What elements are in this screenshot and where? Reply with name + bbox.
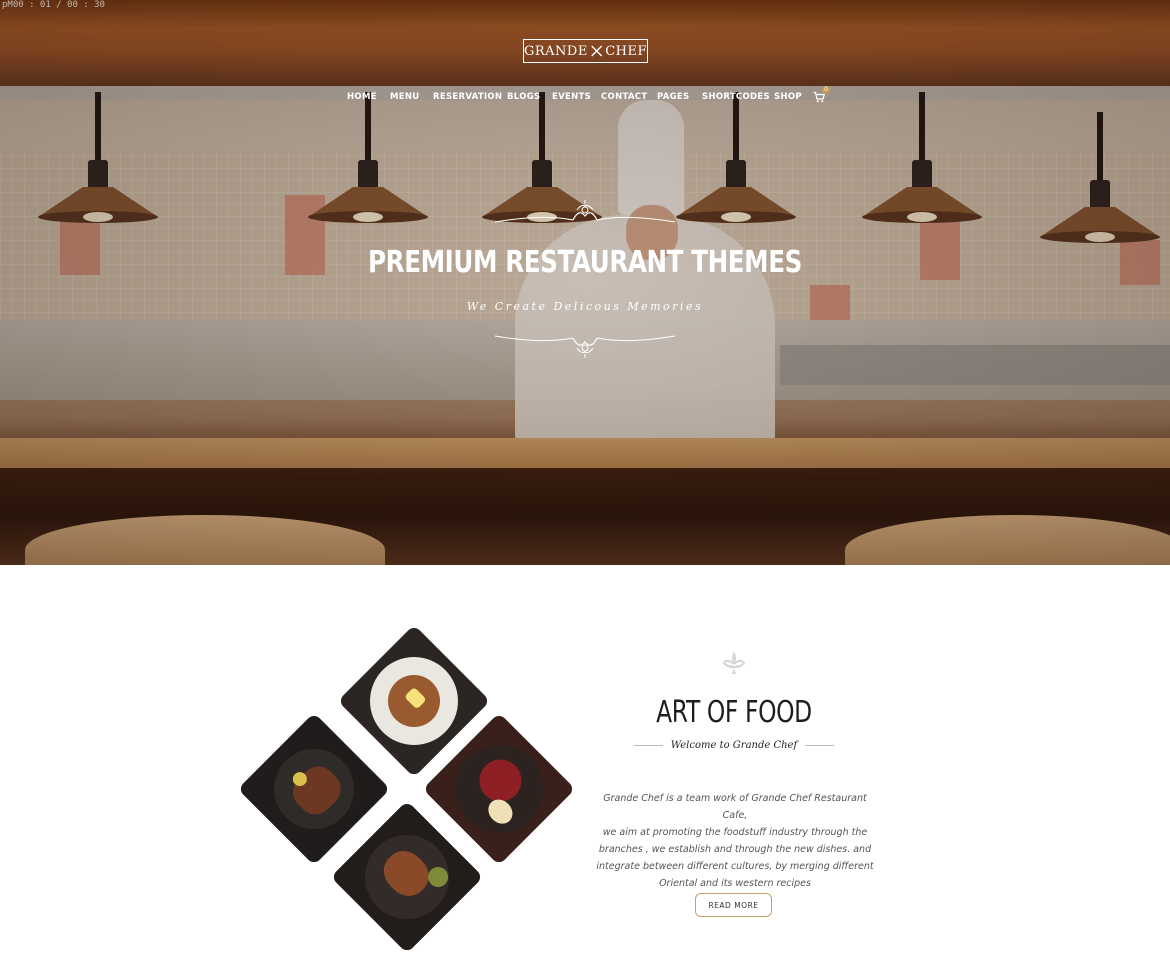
about-subtitle-row: Welcome to Grande Chef	[634, 737, 834, 753]
about-title: ART OF FOOD	[656, 695, 812, 730]
fleur-de-lis-icon	[722, 652, 746, 674]
food-gallery	[237, 624, 577, 953]
nav-home[interactable]: HOME	[347, 92, 377, 102]
logo-text-left: GRANDE	[524, 43, 588, 59]
about-line: Oriental and its western recipes	[659, 878, 811, 889]
nav-reservation[interactable]: RESERVATION	[433, 92, 502, 102]
cart-count-badge: 0	[822, 86, 830, 94]
hero-overlay	[0, 0, 1170, 565]
about-description: Grande Chef is a team work of Grande Che…	[590, 790, 880, 892]
nav-shop[interactable]: SHOP	[774, 92, 802, 102]
hero-title: PREMIUM RESTAURANT THEMES	[368, 245, 802, 280]
ornament-top-icon	[494, 200, 676, 223]
logo-text-right: CHEF	[605, 43, 647, 59]
about-line: branches , we establish and through the …	[598, 844, 872, 855]
nav-shortcodes[interactable]: SHORTCODES	[702, 92, 770, 102]
crossed-knives-icon	[591, 45, 603, 57]
hero-subtitle: We Create Delicous Memories	[466, 300, 704, 313]
read-more-button[interactable]: READ MORE	[695, 893, 772, 917]
nav-events[interactable]: EVENTS	[552, 92, 591, 102]
nav-pages[interactable]: PAGES	[657, 92, 689, 102]
ornament-bottom-icon	[494, 335, 676, 358]
main-nav: HOME MENU RESERVATION BLOGS EVENTS CONTA…	[0, 92, 1170, 106]
nav-menu[interactable]: MENU	[390, 92, 419, 102]
video-timecode: pM00 : 01 / 00 : 30	[2, 0, 105, 10]
divider-right	[805, 744, 834, 746]
site-logo[interactable]: GRANDE CHEF	[523, 39, 648, 63]
about-subtitle: Welcome to Grande Chef	[670, 739, 798, 751]
about-line: we aim at promoting the foodstuff indust…	[602, 827, 868, 838]
hero-banner	[0, 0, 1170, 565]
about-line: integrate between different cultures, by…	[596, 861, 874, 872]
nav-contact[interactable]: CONTACT	[601, 92, 647, 102]
nav-blogs[interactable]: BLOGS	[507, 92, 540, 102]
divider-left	[634, 744, 663, 746]
about-line: Grande Chef is a team work of Grande Che…	[603, 793, 867, 821]
